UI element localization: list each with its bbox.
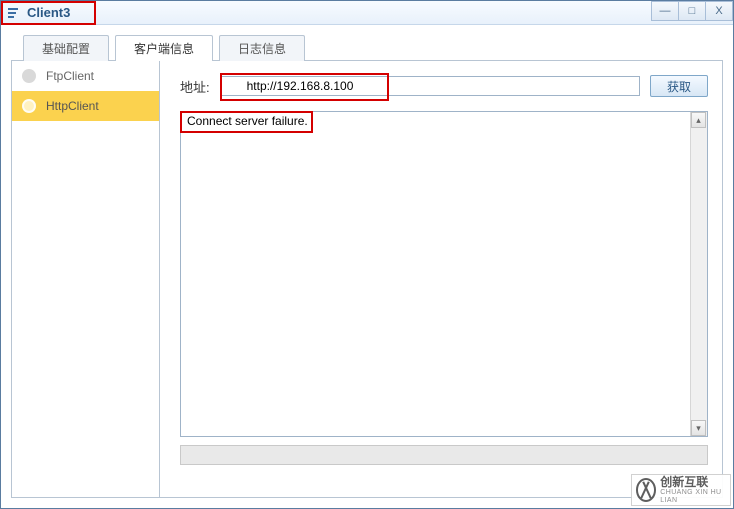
- minimize-button[interactable]: —: [651, 1, 679, 21]
- scroll-up-icon[interactable]: ▴: [691, 112, 706, 128]
- watermark-en: CHUANG XIN HU LIAN: [660, 489, 726, 504]
- window-controls: — □ X: [652, 1, 733, 21]
- app-icon: [5, 5, 21, 21]
- address-input-wrap: [220, 76, 640, 96]
- sidebar-item-label: FtpClient: [46, 69, 94, 83]
- scrollbar[interactable]: ▴ ▾: [690, 112, 707, 436]
- content-panel: FtpClient HttpClient 地址: 获取 Connect serv…: [11, 61, 723, 498]
- address-row: 地址: 获取: [180, 75, 708, 97]
- titlebar: Client3 — □ X: [1, 1, 733, 25]
- tabs-row: 基础配置 客户端信息 日志信息: [1, 25, 733, 61]
- maximize-button[interactable]: □: [678, 1, 706, 21]
- tab-label: 日志信息: [238, 40, 286, 57]
- tab-label: 客户端信息: [134, 40, 194, 57]
- status-dot-icon: [22, 99, 36, 113]
- tab-label: 基础配置: [42, 40, 90, 57]
- address-input[interactable]: [220, 76, 640, 96]
- status-bar: [180, 445, 708, 465]
- watermark-cn: 创新互联: [660, 476, 726, 489]
- sidebar-item-label: HttpClient: [46, 99, 99, 113]
- output-text: Connect server failure.: [181, 112, 689, 436]
- sidebar-item-ftpclient[interactable]: FtpClient: [12, 61, 159, 91]
- tab-basic-config[interactable]: 基础配置: [23, 35, 109, 61]
- sidebar-item-httpclient[interactable]: HttpClient: [12, 91, 159, 121]
- window-title: Client3: [27, 5, 70, 20]
- fetch-button-label: 获取: [667, 78, 691, 95]
- fetch-button[interactable]: 获取: [650, 75, 708, 97]
- watermark-text: 创新互联 CHUANG XIN HU LIAN: [660, 476, 726, 505]
- application-window: Client3 — □ X 基础配置 客户端信息 日志信息 FtpClient: [0, 0, 734, 509]
- close-button[interactable]: X: [705, 1, 733, 21]
- status-dot-icon: [22, 69, 36, 83]
- tab-client-info[interactable]: 客户端信息: [115, 35, 213, 61]
- output-textarea[interactable]: Connect server failure. ▴ ▾: [180, 111, 708, 437]
- scroll-down-icon[interactable]: ▾: [691, 420, 706, 436]
- main-panel: 地址: 获取 Connect server failure. ▴ ▾: [160, 61, 722, 497]
- tab-log-info[interactable]: 日志信息: [219, 35, 305, 61]
- watermark-badge: 创新互联 CHUANG XIN HU LIAN: [631, 474, 731, 506]
- client-sidebar: FtpClient HttpClient: [12, 61, 160, 497]
- watermark-logo-icon: [636, 478, 656, 502]
- address-label: 地址:: [180, 77, 210, 96]
